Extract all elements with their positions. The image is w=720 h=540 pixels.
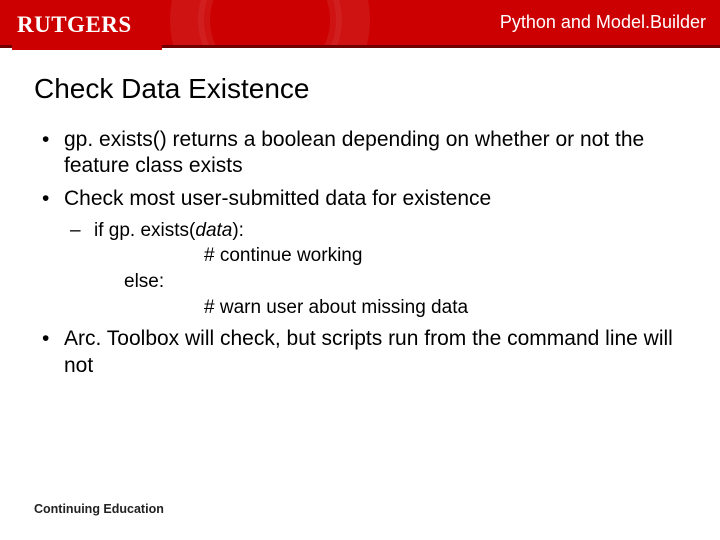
code-if-suffix: ): bbox=[232, 220, 244, 241]
footer-text: Continuing Education bbox=[34, 502, 164, 516]
bullet-item: gp. exists() returns a boolean depending… bbox=[34, 127, 686, 180]
slide: Python and Model.Builder RUTGERS Check D… bbox=[0, 0, 720, 540]
rutgers-logo: RUTGERS bbox=[12, 8, 162, 50]
logo-text: RUTGERS bbox=[17, 12, 132, 37]
slide-body: Check Data Existence gp. exists() return… bbox=[0, 55, 720, 379]
bullet-list: gp. exists() returns a boolean depending… bbox=[34, 127, 686, 379]
rutgers-logo-svg: RUTGERS bbox=[12, 8, 162, 50]
code-block: if gp. exists(data): # continue working … bbox=[64, 218, 686, 321]
code-else: else: bbox=[94, 269, 686, 295]
code-continue: # continue working bbox=[94, 243, 686, 269]
bullet-item: Arc. Toolbox will check, but scripts run… bbox=[34, 326, 686, 379]
emblem-watermark bbox=[142, 0, 398, 48]
course-title: Python and Model.Builder bbox=[500, 12, 706, 33]
slide-title: Check Data Existence bbox=[34, 73, 686, 105]
bullet-item: Check most user-submitted data for exist… bbox=[34, 186, 686, 321]
header: Python and Model.Builder RUTGERS bbox=[0, 0, 720, 55]
code-if-arg: data bbox=[195, 220, 232, 241]
sub-list: if gp. exists(data): # continue working … bbox=[64, 218, 686, 321]
code-if-line: if gp. exists(data): bbox=[94, 218, 686, 244]
code-if-prefix: if gp. exists( bbox=[94, 220, 195, 241]
code-warn: # warn user about missing data bbox=[94, 295, 686, 321]
bullet-text: Check most user-submitted data for exist… bbox=[64, 187, 491, 210]
